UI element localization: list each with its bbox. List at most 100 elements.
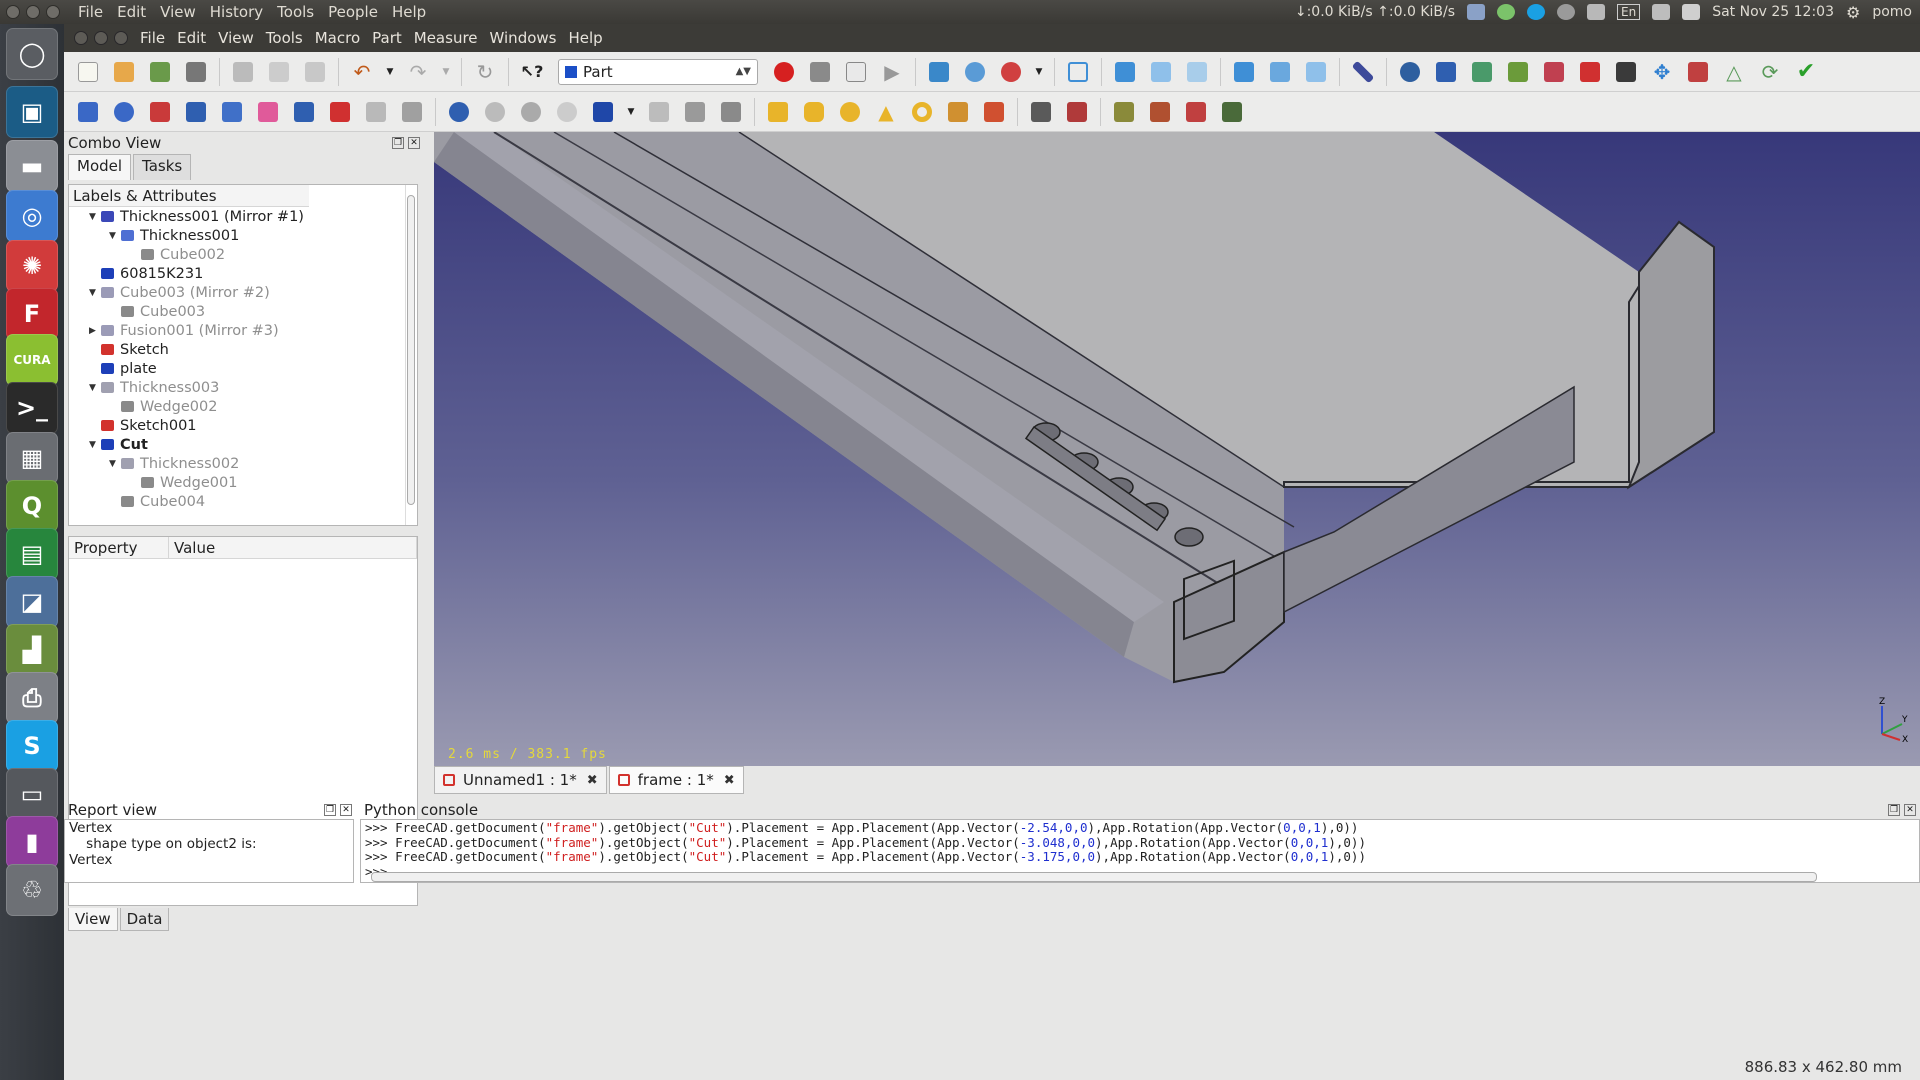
draw-style-dropdown-icon[interactable]: ▼ xyxy=(1033,58,1045,86)
menu-item[interactable]: Measure xyxy=(414,29,478,47)
tree-item[interactable]: plate xyxy=(69,359,417,378)
convert-icon[interactable] xyxy=(1182,98,1210,126)
property-column-header[interactable]: Property xyxy=(69,537,169,558)
float-icon[interactable]: ❐ xyxy=(392,137,404,149)
undo-icon[interactable]: ↶ xyxy=(348,58,376,86)
mail-icon[interactable] xyxy=(1652,4,1671,20)
mirror-icon[interactable] xyxy=(146,98,174,126)
tab-model[interactable]: Model xyxy=(68,154,132,180)
extrude-icon[interactable] xyxy=(74,98,102,126)
launcher-chart-app-icon[interactable]: ▟ xyxy=(6,624,58,676)
color-icon[interactable] xyxy=(1576,58,1604,86)
launcher-image-viewer-icon[interactable]: ▣ xyxy=(6,86,58,138)
undo-dropdown-icon[interactable]: ▼ xyxy=(384,58,396,86)
make-face-icon[interactable] xyxy=(254,98,282,126)
global-menu-item[interactable]: File xyxy=(78,3,103,21)
fit-all-icon[interactable] xyxy=(925,58,953,86)
view-left-icon[interactable] xyxy=(1302,58,1330,86)
launcher-window-icon[interactable]: ▭ xyxy=(6,768,58,820)
3d-viewport[interactable]: 2.6 ms / 383.1 fps Z Y X xyxy=(434,132,1920,766)
maximize-icon[interactable] xyxy=(46,5,60,19)
expand-arrow-icon[interactable]: ▼ xyxy=(89,288,101,298)
report-output[interactable]: Vertex shape type on object2 is: Vertex xyxy=(64,819,354,883)
check-geometry-icon[interactable] xyxy=(1027,98,1055,126)
gear-icon[interactable]: ⚙ xyxy=(1846,3,1860,22)
texture-icon[interactable] xyxy=(1468,58,1496,86)
menu-item[interactable]: Tools xyxy=(266,29,303,47)
tab-view[interactable]: View xyxy=(68,908,118,931)
view-front-icon[interactable] xyxy=(1111,58,1139,86)
run-macro-icon[interactable]: ▶ xyxy=(878,58,906,86)
expand-arrow-icon[interactable]: ▼ xyxy=(109,231,121,241)
chat-icon[interactable] xyxy=(1467,4,1486,20)
expand-arrow-icon[interactable]: ▼ xyxy=(89,383,101,393)
window-minimize-icon[interactable] xyxy=(94,31,108,45)
python-hscrollbar[interactable] xyxy=(371,872,1817,882)
fillet-icon[interactable] xyxy=(182,98,210,126)
tree-item[interactable]: Cube003 xyxy=(69,302,417,321)
tab-tasks[interactable]: Tasks xyxy=(133,154,192,180)
launcher-printer-icon[interactable]: ⎙ xyxy=(6,672,58,724)
global-menu-item[interactable]: History xyxy=(210,3,263,21)
close-icon[interactable]: ✕ xyxy=(408,137,420,149)
menu-item[interactable]: Edit xyxy=(177,29,206,47)
launcher-qgis-icon[interactable]: Q xyxy=(6,480,58,532)
minimize-icon[interactable] xyxy=(26,5,40,19)
global-menu-item[interactable]: Tools xyxy=(277,3,314,21)
user-name[interactable]: pomo xyxy=(1872,4,1912,20)
chamfer-icon[interactable] xyxy=(218,98,246,126)
refresh-measure-icon[interactable]: ⟳ xyxy=(1756,58,1784,86)
section-icon[interactable] xyxy=(398,98,426,126)
launcher-freecad-icon[interactable]: F xyxy=(6,288,58,340)
record-macro-icon[interactable] xyxy=(770,58,798,86)
window-maximize-icon[interactable] xyxy=(114,31,128,45)
boolean-icon[interactable] xyxy=(445,98,473,126)
redo-dropdown-icon[interactable]: ▼ xyxy=(440,58,452,86)
cut-icon[interactable] xyxy=(229,58,257,86)
transfer-icon[interactable] xyxy=(1587,4,1606,20)
box-icon[interactable] xyxy=(1432,58,1460,86)
global-menu-item[interactable]: Edit xyxy=(117,3,146,21)
tab-document-unnamed1[interactable]: Unnamed1 : 1* ✖ xyxy=(434,766,607,794)
ruled-surface-icon[interactable] xyxy=(290,98,318,126)
defeaturing-icon[interactable] xyxy=(1063,98,1091,126)
clock[interactable]: Sat Nov 25 12:03 xyxy=(1712,4,1834,20)
launcher-calculator-icon[interactable]: ▦ xyxy=(6,432,58,484)
check-icon[interactable]: ✔ xyxy=(1792,58,1820,86)
menu-item[interactable]: File xyxy=(140,29,165,47)
sweep-icon[interactable] xyxy=(362,98,390,126)
thickness-icon[interactable] xyxy=(717,98,745,126)
launcher-skype-icon[interactable]: S xyxy=(6,720,58,772)
menu-item[interactable]: Part xyxy=(372,29,402,47)
torus-icon[interactable] xyxy=(908,98,936,126)
cone-icon[interactable]: ▲ xyxy=(872,98,900,126)
sync-icon[interactable] xyxy=(1557,4,1576,20)
float-icon[interactable]: ❐ xyxy=(324,804,336,816)
menu-item[interactable]: View xyxy=(218,29,254,47)
window-close-icon[interactable] xyxy=(74,31,88,45)
tree-item[interactable]: Cube004 xyxy=(69,492,417,511)
angle-icon[interactable]: △ xyxy=(1720,58,1748,86)
launcher-trash-icon[interactable]: ♲ xyxy=(6,864,58,916)
save-icon[interactable] xyxy=(146,58,174,86)
view-right-icon[interactable] xyxy=(1183,58,1211,86)
draw-style-icon[interactable] xyxy=(997,58,1025,86)
launcher-terminal-icon[interactable]: >_ xyxy=(6,382,58,434)
fuse-icon[interactable] xyxy=(517,98,545,126)
expand-arrow-icon[interactable]: ▶ xyxy=(89,326,101,336)
expand-arrow-icon[interactable]: ▼ xyxy=(109,459,121,469)
refine-icon[interactable] xyxy=(1218,98,1246,126)
expand-arrow-icon[interactable]: ▼ xyxy=(89,440,101,450)
launcher-settings-icon[interactable]: ✺ xyxy=(6,240,58,292)
expand-arrow-icon[interactable]: ▼ xyxy=(89,212,101,222)
refresh-icon[interactable]: ↻ xyxy=(471,58,499,86)
tree-item[interactable]: 60815K231 xyxy=(69,264,417,283)
close-icon[interactable]: ✕ xyxy=(1904,804,1916,816)
constraint-icon[interactable] xyxy=(1540,58,1568,86)
tree-item[interactable]: Wedge001 xyxy=(69,473,417,492)
tab-document-frame[interactable]: frame : 1* ✖ xyxy=(608,766,744,794)
sphere-icon[interactable] xyxy=(836,98,864,126)
python-console-output[interactable]: >>> FreeCAD.getDocument("frame").getObje… xyxy=(360,819,1920,883)
measure-distance-icon[interactable] xyxy=(1349,58,1377,86)
global-menu-item[interactable]: View xyxy=(160,3,196,21)
